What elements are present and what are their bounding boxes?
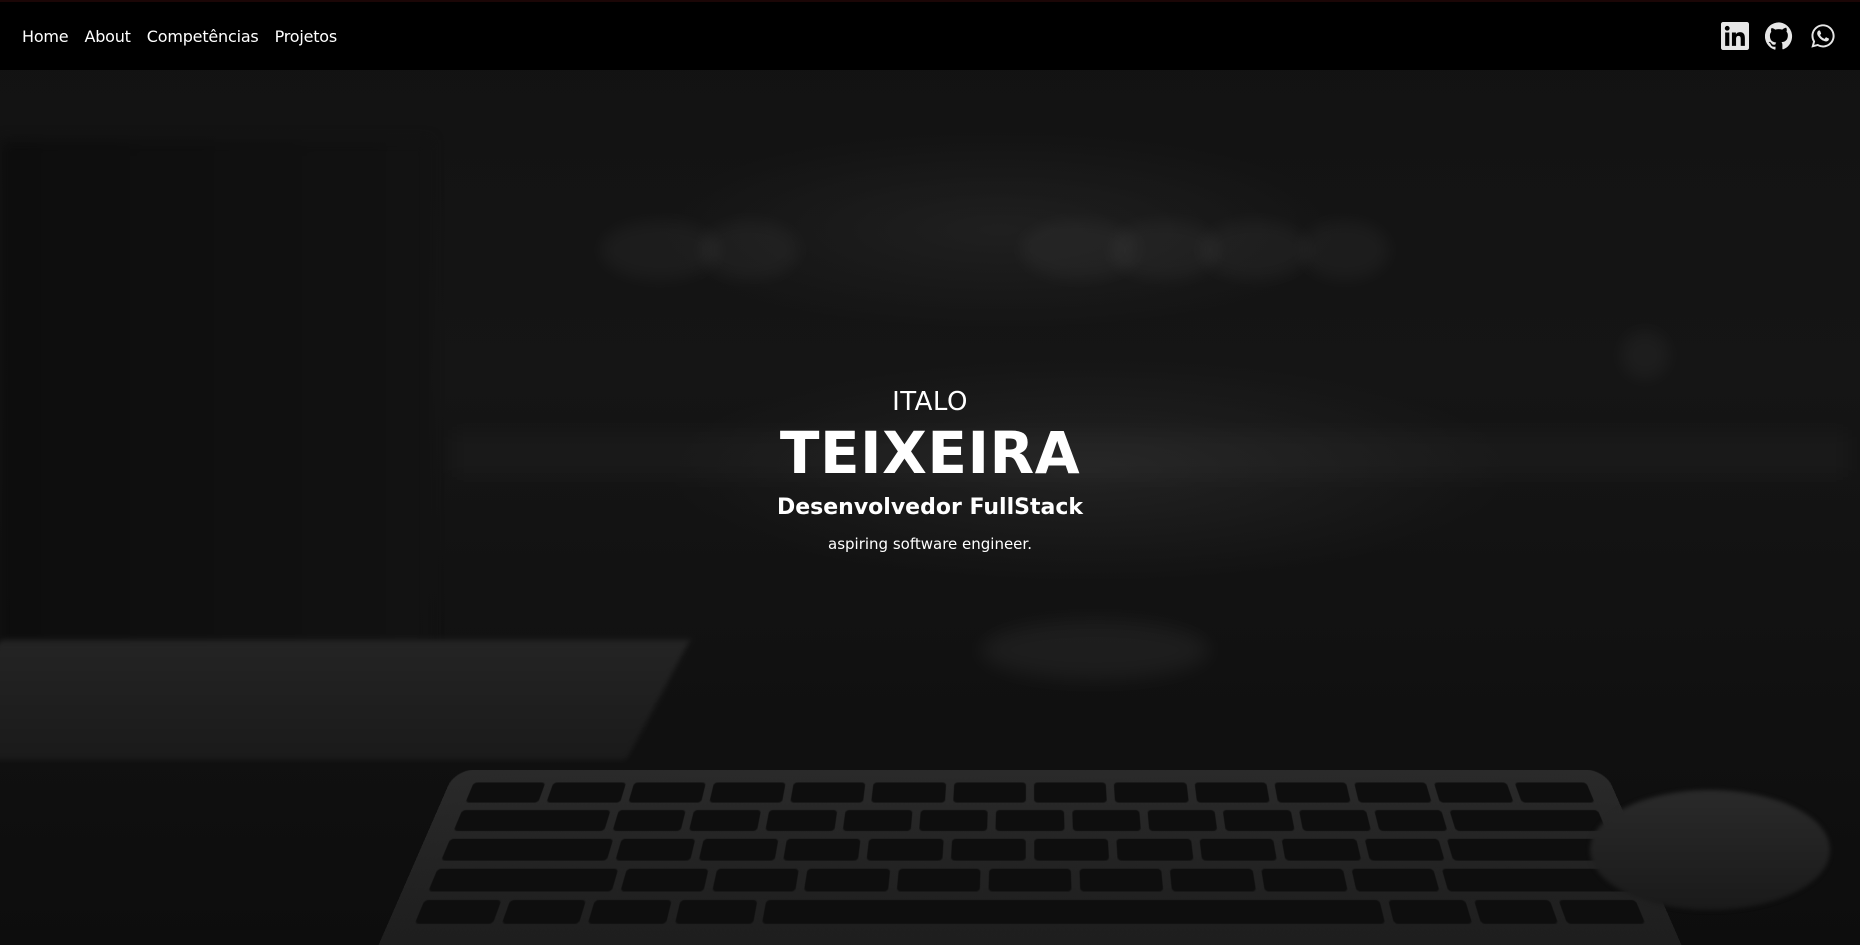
nav-link-home[interactable]: Home bbox=[22, 27, 69, 46]
hero-first-name: ITALO bbox=[892, 387, 968, 417]
navbar: Home About Competências Projetos bbox=[0, 0, 1860, 70]
nav-links: Home About Competências Projetos bbox=[22, 27, 337, 46]
github-icon[interactable] bbox=[1764, 21, 1794, 51]
whatsapp-icon[interactable] bbox=[1808, 21, 1838, 51]
hero-role: Desenvolvedor FullStack bbox=[776, 495, 1084, 520]
hero-section: ITALO TEIXEIRA Desenvolvedor FullStack a… bbox=[0, 385, 1860, 557]
social-links bbox=[1720, 21, 1838, 51]
nav-link-projetos[interactable]: Projetos bbox=[275, 27, 338, 46]
nav-link-about[interactable]: About bbox=[84, 27, 131, 46]
nav-link-competencias[interactable]: Competências bbox=[147, 27, 259, 46]
hero-last-name: TEIXEIRA bbox=[779, 419, 1081, 487]
linkedin-icon[interactable] bbox=[1720, 21, 1750, 51]
keyboard-image bbox=[365, 770, 1695, 945]
page: Home About Competências Projetos ITALO T… bbox=[0, 0, 1860, 945]
mouse-image bbox=[1590, 790, 1830, 910]
hero-tagline: aspiring software engineer. bbox=[828, 535, 1032, 553]
